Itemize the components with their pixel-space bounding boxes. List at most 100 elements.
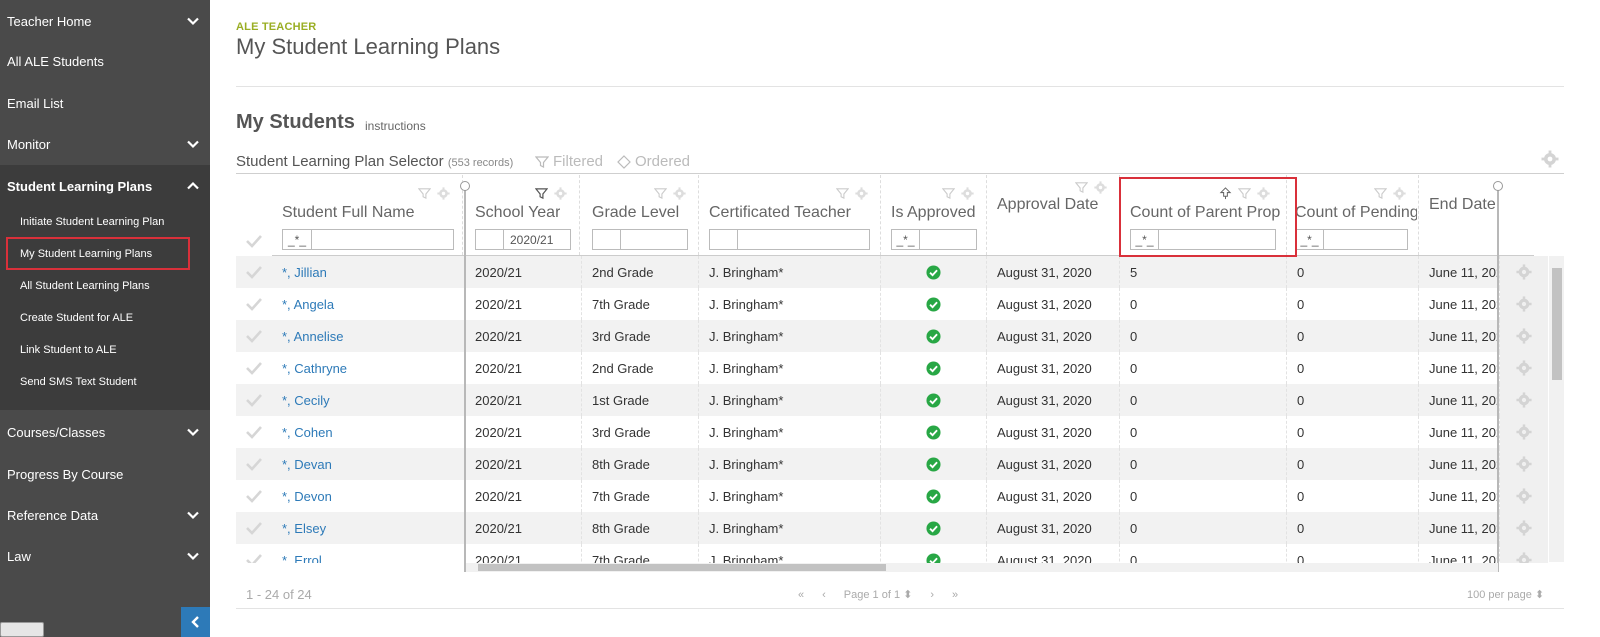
sidebar-subitem-initiate-plan[interactable]: Initiate Student Learning Plan — [0, 206, 210, 238]
sidebar-subitem-all-plans[interactable]: All Student Learning Plans — [0, 270, 210, 302]
sidebar-subitem-link-student[interactable]: Link Student to ALE — [0, 334, 210, 366]
row-select-checkbox[interactable] — [236, 320, 272, 352]
row-select-checkbox[interactable] — [236, 384, 272, 416]
row-select-checkbox[interactable] — [236, 512, 272, 544]
student-name-link[interactable]: *, Cecily — [282, 393, 330, 408]
sidebar-item-teacher-home[interactable]: Teacher Home — [0, 0, 210, 42]
sidebar-collapse-button[interactable] — [181, 607, 210, 637]
row-select-checkbox[interactable] — [236, 352, 272, 384]
gear-icon[interactable] — [1516, 424, 1532, 440]
row-select-checkbox[interactable] — [236, 480, 272, 512]
row-select-checkbox[interactable] — [236, 448, 272, 480]
row-actions[interactable] — [1500, 480, 1548, 512]
cell-name[interactable]: *, Cecily — [272, 384, 465, 416]
cell-teacher: J. Bringham* — [699, 288, 881, 320]
horizontal-scrollbar-thumb[interactable] — [478, 564, 886, 571]
sidebar-item-progress-by-course[interactable]: Progress By Course — [0, 453, 210, 495]
cell-text: June 11, 2021 — [1429, 520, 1499, 536]
row-actions[interactable] — [1500, 544, 1548, 563]
sidebar-item-courses-classes[interactable]: Courses/Classes — [0, 411, 210, 453]
sidebar-item-law[interactable]: Law — [0, 535, 210, 577]
gear-icon[interactable] — [1541, 150, 1559, 168]
gear-icon[interactable] — [1516, 328, 1532, 344]
gear-icon[interactable] — [1516, 456, 1532, 472]
prev-page-icon[interactable]: ‹ — [822, 589, 826, 601]
row-actions[interactable] — [1500, 416, 1548, 448]
cell-name[interactable]: *, Devon — [272, 480, 465, 512]
gear-icon[interactable] — [1516, 392, 1532, 408]
student-name-link[interactable]: *, Jillian — [282, 265, 327, 280]
row-actions[interactable] — [1500, 512, 1548, 544]
cell-name[interactable]: *, Devan — [272, 448, 465, 480]
row-actions[interactable] — [1500, 352, 1548, 384]
cell-text: 5 — [1130, 264, 1138, 280]
student-name-link[interactable]: *, Devan — [282, 457, 332, 472]
sidebar-item-student-learning-plans[interactable]: Student Learning Plans — [0, 165, 210, 207]
sidebar-item-all-ale-students[interactable]: All ALE Students — [0, 40, 210, 82]
next-page-icon[interactable]: › — [930, 589, 934, 601]
last-page-icon[interactable]: » — [952, 589, 958, 601]
sidebar-bottom-button[interactable] — [0, 622, 44, 637]
table-row[interactable]: *, Angela 2020/21 7th Grade J. Bringham* Aug… — [236, 288, 1548, 320]
table-row[interactable]: *, Errol 2020/21 7th Grade J. Bringham* Augu… — [236, 544, 1548, 563]
row-select-checkbox[interactable] — [236, 544, 272, 563]
sidebar-subitem-send-sms[interactable]: Send SMS Text Student — [0, 366, 210, 398]
cell-name[interactable]: *, Cathryne — [272, 352, 465, 384]
gear-icon[interactable] — [1516, 264, 1532, 280]
student-name-link[interactable]: *, Angela — [282, 297, 334, 312]
first-page-icon[interactable]: « — [798, 589, 804, 601]
cell-text: 0 — [1297, 520, 1305, 536]
cell-name[interactable]: *, Cohen — [272, 416, 465, 448]
student-name-link[interactable]: *, Devon — [282, 489, 332, 504]
table-row[interactable]: *, Devan 2020/21 8th Grade J. Bringham* Augu… — [236, 448, 1548, 480]
frozen-column-divider[interactable] — [464, 186, 466, 572]
row-actions[interactable] — [1500, 448, 1548, 480]
cell-pending: 0 — [1287, 352, 1419, 384]
ordered-toggle[interactable]: Ordered — [617, 153, 690, 170]
vertical-scrollbar-thumb[interactable] — [1552, 268, 1562, 380]
student-name-link[interactable]: *, Errol — [282, 553, 322, 564]
table-row[interactable]: *, Cecily 2020/21 1st Grade J. Bringham* Aug… — [236, 384, 1548, 416]
gear-icon[interactable] — [1516, 488, 1532, 504]
cell-name[interactable]: *, Angela — [272, 288, 465, 320]
table-row[interactable]: *, Jillian 2020/21 2nd Grade J. Bringham* Au… — [236, 256, 1548, 288]
student-name-link[interactable]: *, Cohen — [282, 425, 333, 440]
cell-grade: 3rd Grade — [582, 416, 699, 448]
table-row[interactable]: *, Devon 2020/21 7th Grade J. Bringham* Augu… — [236, 480, 1548, 512]
cell-name[interactable]: *, Jillian — [272, 256, 465, 288]
table-row[interactable]: *, Annelise 2020/21 3rd Grade J. Bringham* A… — [236, 320, 1548, 352]
sidebar-subitem-create-student[interactable]: Create Student for ALE — [0, 302, 210, 334]
cell-name[interactable]: *, Errol — [272, 544, 465, 563]
sidebar-item-reference-data[interactable]: Reference Data — [0, 494, 210, 536]
student-name-link[interactable]: *, Elsey — [282, 521, 326, 536]
sidebar-item-email-list[interactable]: Email List — [0, 82, 210, 124]
gear-icon[interactable] — [1516, 296, 1532, 312]
frozen-column-handle-right[interactable] — [1493, 181, 1503, 191]
filtered-toggle[interactable]: Filtered — [535, 153, 603, 170]
table-row[interactable]: *, Cohen 2020/21 3rd Grade J. Bringham* Augu… — [236, 416, 1548, 448]
table-row[interactable]: *, Elsey 2020/21 8th Grade J. Bringham* Augu… — [236, 512, 1548, 544]
per-page-selector[interactable]: 100 per page ⬍ — [1467, 588, 1544, 601]
row-actions[interactable] — [1500, 256, 1548, 288]
cell-approved — [881, 512, 987, 544]
student-name-link[interactable]: *, Annelise — [282, 329, 343, 344]
cell-name[interactable]: *, Elsey — [272, 512, 465, 544]
gear-icon[interactable] — [1516, 360, 1532, 376]
page-selector[interactable]: Page 1 of 1 ⬍ — [844, 588, 913, 601]
cell-name[interactable]: *, Annelise — [272, 320, 465, 352]
gear-icon[interactable] — [1516, 552, 1532, 563]
student-name-link[interactable]: *, Cathryne — [282, 361, 347, 376]
row-select-checkbox[interactable] — [236, 288, 272, 320]
frozen-column-handle[interactable] — [460, 181, 470, 191]
row-actions[interactable] — [1500, 320, 1548, 352]
table-row[interactable]: *, Cathryne 2020/21 2nd Grade J. Bringham* A… — [236, 352, 1548, 384]
row-select-checkbox[interactable] — [236, 416, 272, 448]
row-actions[interactable] — [1500, 288, 1548, 320]
instructions-link[interactable]: instructions — [365, 119, 426, 133]
record-count: (553 records) — [447, 157, 514, 169]
row-actions[interactable] — [1500, 384, 1548, 416]
sidebar-item-monitor[interactable]: Monitor — [0, 123, 210, 165]
row-select-checkbox[interactable] — [236, 256, 272, 288]
gear-icon[interactable] — [1516, 520, 1532, 536]
frozen-column-divider-right[interactable] — [1497, 186, 1499, 572]
